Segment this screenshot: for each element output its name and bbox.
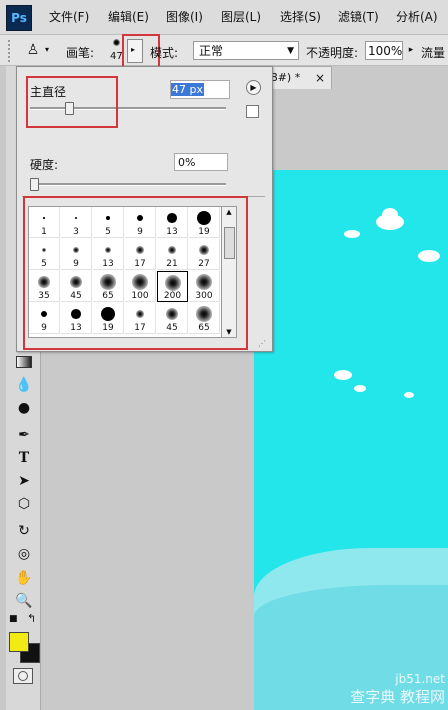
master-diameter-field[interactable]: 47 px — [170, 80, 230, 99]
resize-grip-icon[interactable]: ⋰ — [258, 339, 266, 348]
flow-label: 流量 — [421, 46, 446, 60]
opacity-slider-arrow-icon[interactable]: ▸ — [404, 41, 418, 60]
swap-colors-icon[interactable]: ↰ — [27, 612, 36, 625]
opacity-field[interactable]: 100% — [365, 41, 403, 60]
default-colors-icon[interactable]: ■ — [9, 614, 18, 624]
highlight-diameter — [26, 76, 118, 128]
hardness-field[interactable]: 0% — [174, 153, 228, 171]
hardness-slider-track[interactable] — [30, 183, 226, 186]
photoshop-logo: Ps — [6, 5, 32, 31]
panel-menu-button[interactable]: ▶ — [246, 80, 261, 95]
mode-value: 正常 — [199, 44, 224, 58]
gradient-icon[interactable] — [14, 352, 34, 372]
foreground-color-swatch[interactable] — [9, 632, 29, 652]
cloud-shape — [334, 370, 352, 380]
quick-mask-icon[interactable] — [13, 668, 33, 684]
new-preset-icon[interactable] — [246, 105, 259, 118]
menu-edit[interactable]: 编辑(E) — [108, 8, 149, 26]
pen-icon[interactable]: ✒ — [14, 425, 34, 445]
mode-select[interactable]: 正常 ▼ — [193, 41, 299, 60]
opacity-label: 不透明度: — [306, 46, 359, 60]
mode-label: 模式: — [150, 46, 179, 60]
brush-label: 画笔: — [66, 46, 95, 60]
watermark: jb51.net 查字典 教程网 — [350, 672, 445, 706]
cloud-shape — [418, 250, 440, 262]
3d-rotate-icon[interactable]: ↻ — [14, 521, 34, 541]
brush-size-readout: 47 — [110, 51, 123, 62]
menu-file[interactable]: 文件(F) — [49, 8, 89, 26]
menu-image[interactable]: 图像(I) — [166, 8, 203, 26]
close-icon[interactable]: × — [315, 67, 325, 89]
document-canvas[interactable] — [254, 170, 448, 710]
highlight-brush-grid — [23, 196, 248, 350]
hardness-slider-thumb[interactable] — [30, 178, 39, 191]
type-icon[interactable]: T — [14, 448, 34, 468]
brush-tip-icon — [113, 39, 120, 46]
hardness-label: 硬度: — [30, 158, 59, 172]
menu-select[interactable]: 选择(S) — [280, 8, 321, 26]
blur-icon[interactable]: 💧 — [14, 375, 34, 395]
3d-orbit-icon[interactable]: ◎ — [14, 544, 34, 564]
options-grip[interactable] — [8, 40, 20, 62]
chevron-down-icon: ▼ — [287, 46, 294, 56]
menu-filter[interactable]: 滤镜(T) — [338, 8, 379, 26]
menu-layer[interactable]: 图层(L) — [221, 8, 261, 26]
menu-analysis[interactable]: 分析(A) — [396, 8, 438, 26]
path-select-icon[interactable]: ➤ — [14, 471, 34, 491]
preset-dropdown-icon[interactable]: ▾ — [45, 45, 49, 54]
cloud-shape — [382, 208, 398, 222]
shape-icon[interactable]: ⬡ — [14, 494, 34, 514]
cloud-shape — [344, 230, 360, 238]
cloud-shape — [404, 392, 414, 398]
zoom-icon[interactable]: 🔍 — [14, 591, 34, 611]
cloud-shape — [354, 385, 366, 392]
dodge-icon[interactable]: ● — [14, 398, 34, 418]
hand-icon[interactable]: ✋ — [14, 568, 34, 588]
brush-tool-preset-icon[interactable]: ♙ — [22, 40, 44, 60]
